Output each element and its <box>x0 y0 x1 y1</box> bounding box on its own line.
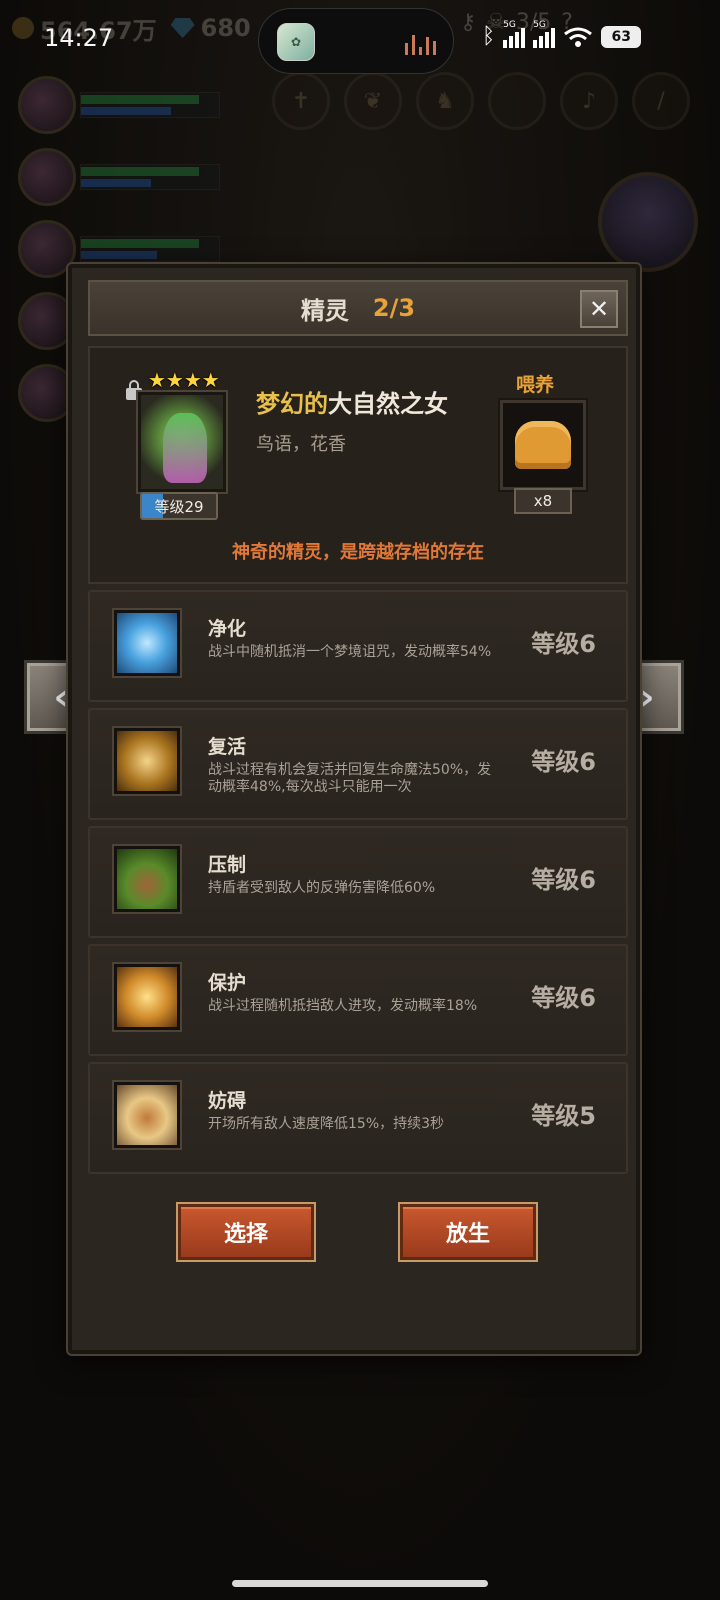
signal-icon: 5G <box>533 20 556 48</box>
skill-row-protect[interactable]: 保护 战斗过程随机抵挡敌人进攻，发动概率18% 等级6 <box>88 944 628 1056</box>
spirit-name: 梦幻的大自然之女 <box>256 390 448 418</box>
fairy-figure <box>163 413 207 483</box>
system-icons: ᛒ 5G 5G 63 <box>482 20 642 49</box>
skill-name: 压制 <box>208 854 247 876</box>
app-thumbnail-icon: ✿ <box>277 23 315 61</box>
skill-row-suppress[interactable]: 压制 持盾者受到敌人的反弹伤害降低60% 等级6 <box>88 826 628 938</box>
skill-description: 开场所有敌人速度降低15%，持续3秒 <box>208 1116 445 1132</box>
dialog-header: 精灵 2/3 ✕ <box>88 280 628 336</box>
skill-row-revive[interactable]: 复活 战斗过程有机会复活并回复生命魔法50%，发动概率48%,每次战斗只能用一次… <box>88 708 628 820</box>
bluetooth-icon: ᛒ <box>482 24 496 49</box>
star-rating: ★★★★ <box>148 368 220 392</box>
status-bar: 14:27 ✿ ᛒ 5G 5G 63 <box>0 0 720 82</box>
feed-item-count: x8 <box>514 488 572 514</box>
skill-row-hinder[interactable]: 妨碍 开场所有敌人速度降低15%，持续3秒 等级5 <box>88 1062 628 1174</box>
skill-name: 保护 <box>208 972 247 994</box>
clock: 14:27 <box>44 24 114 52</box>
skill-level: 等级6 <box>531 748 596 776</box>
spirit-info-card: ★★★★ 等级29 梦幻的大自然之女 鸟语，花香 喂养 x8 神奇的精灵，是跨越… <box>88 346 628 584</box>
spirit-level-badge: 等级29 <box>140 492 218 520</box>
blue-flower-icon <box>114 610 180 676</box>
spirit-dialog: 精灵 2/3 ✕ ★★★★ 等级29 梦幻的大自然之女 鸟语，花香 喂养 x8 … <box>68 264 640 1354</box>
skill-name: 妨碍 <box>208 1090 247 1112</box>
close-icon: ✕ <box>588 295 610 323</box>
skill-description: 战斗过程有机会复活并回复生命魔法50%，发动概率48%,每次战斗只能用一次 <box>208 762 492 795</box>
spirit-description: 神奇的精灵，是跨越存档的存在 <box>232 542 484 563</box>
skill-description: 战斗过程随机抵挡敌人进攻，发动概率18% <box>208 998 478 1014</box>
select-button[interactable]: 选择 <box>178 1204 314 1260</box>
chained-boot-icon <box>114 1082 180 1148</box>
battery-indicator: 63 <box>601 25 642 48</box>
feed-button[interactable] <box>500 400 586 490</box>
skill-level: 等级6 <box>531 866 596 894</box>
skill-name: 净化 <box>208 618 247 640</box>
home-indicator[interactable] <box>232 1580 488 1587</box>
wifi-icon <box>564 27 593 47</box>
skill-level: 等级6 <box>531 630 596 658</box>
dialog-title: 精灵 <box>300 296 349 325</box>
skill-list: 净化 战斗中随机抵消一个梦境诅咒，发动概率54% 等级6 复活 战斗过程有机会复… <box>88 590 628 1180</box>
bread-icon <box>515 421 571 469</box>
skill-description: 战斗中随机抵消一个梦境诅咒，发动概率54% <box>208 644 492 660</box>
skill-row-purify[interactable]: 净化 战斗中随机抵消一个梦境诅咒，发动概率54% 等级6 <box>88 590 628 702</box>
skill-level: 等级5 <box>531 1102 596 1130</box>
spirit-count: 2/3 <box>372 294 416 322</box>
skill-description: 持盾者受到敌人的反弹伤害降低60% <box>208 880 436 896</box>
feed-label: 喂养 <box>516 374 555 396</box>
close-button[interactable]: ✕ <box>580 290 618 328</box>
spirit-portrait <box>138 392 226 492</box>
claw-icon <box>114 846 180 912</box>
release-button[interactable]: 放生 <box>400 1204 536 1260</box>
shield-aura-icon <box>114 964 180 1030</box>
revive-figure-icon <box>114 728 180 794</box>
spirit-traits: 鸟语，花香 <box>256 434 346 455</box>
audio-wave-icon <box>405 33 436 55</box>
dynamic-island: ✿ <box>258 8 454 74</box>
skill-level: 等级6 <box>531 984 596 1012</box>
skill-name: 复活 <box>208 736 247 758</box>
signal-icon: 5G <box>503 20 526 48</box>
